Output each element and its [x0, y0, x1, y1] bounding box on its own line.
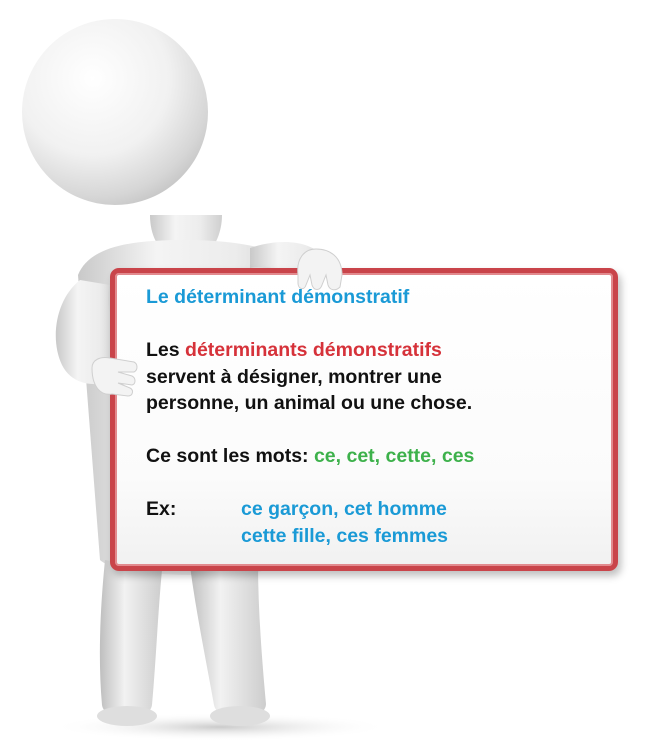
right-leg	[190, 562, 266, 719]
definition-line-3: personne, un animal ou une chose.	[146, 392, 473, 414]
right-foot	[210, 706, 270, 726]
words-list: ce, cet, cette, ces	[313, 445, 475, 467]
example-row: Ex: ce garçon, cet homme cette fille, ce…	[146, 496, 474, 549]
example-label: Ex:	[146, 498, 177, 520]
board-title: Le déterminant démonstratif	[146, 286, 410, 308]
left-hand-icon	[91, 357, 138, 397]
definition-line-2: servent à désigner, montrer une	[146, 365, 442, 388]
definition-line-1: Les déterminants démonstratifs	[146, 337, 474, 364]
head	[22, 19, 208, 205]
example-line-1: ce garçon, cet homme	[241, 498, 447, 520]
definition-term: déterminants démonstratifs	[185, 339, 442, 361]
example-lines: ce garçon, cet homme cette fille, ces fe…	[241, 496, 448, 549]
words-prefix: Ce sont les mots:	[146, 445, 314, 467]
left-leg	[99, 560, 162, 718]
example-line-2: cette fille, ces femmes	[241, 524, 449, 547]
illustration: Le déterminant démonstratif Les détermin…	[0, 0, 645, 744]
definition-prefix: Les	[146, 339, 186, 361]
words-line: Ce sont les mots: ce, cet, cette, ces	[146, 443, 474, 470]
board-content: Le déterminant démonstratif Les détermin…	[146, 284, 474, 549]
left-foot	[97, 706, 157, 726]
